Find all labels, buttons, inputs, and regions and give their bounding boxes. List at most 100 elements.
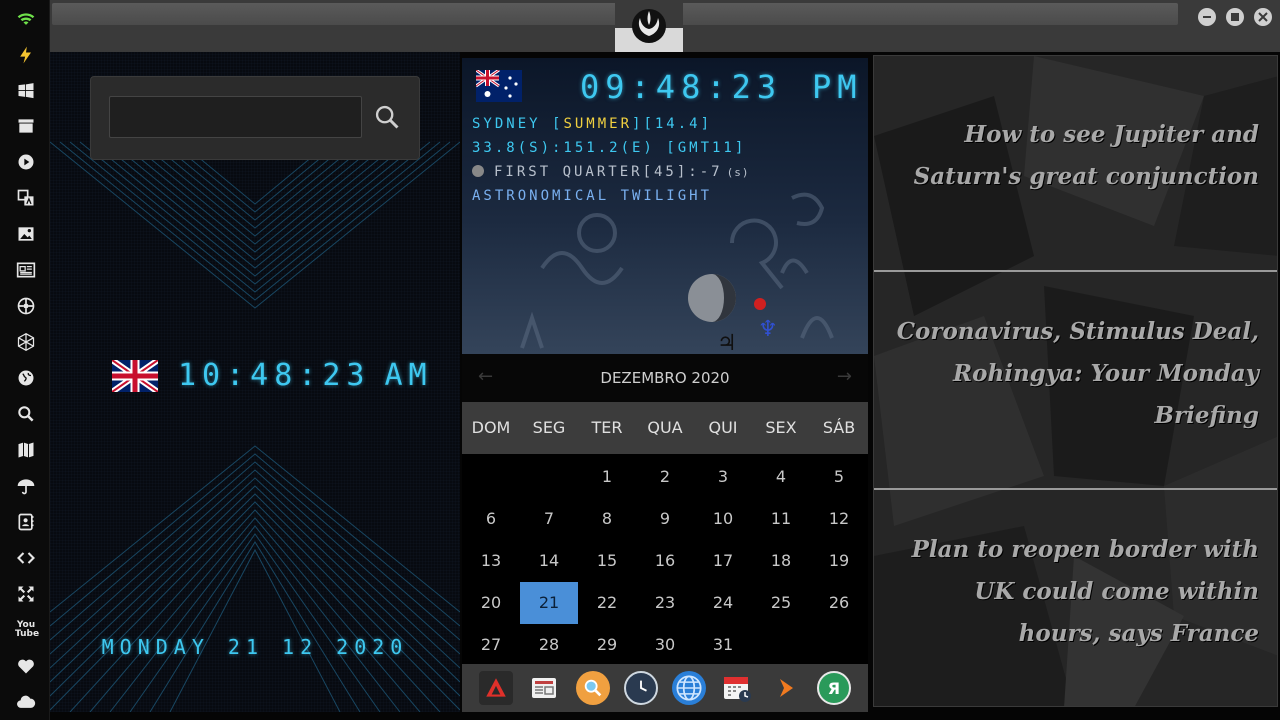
- calendar-day[interactable]: 16: [636, 540, 694, 582]
- calendar-day[interactable]: 8: [578, 498, 636, 540]
- moon-phase-line: FIRST QUARTER[45]:-7 (s): [472, 164, 749, 180]
- calendar-day[interactable]: 2: [636, 456, 694, 498]
- prev-month-button[interactable]: ←: [478, 366, 493, 387]
- svg-text:♃: ♃: [717, 331, 737, 354]
- uk-ampm: AM: [384, 358, 433, 393]
- sydney-ampm: PM: [812, 68, 863, 106]
- moon-phase-unit: (s): [726, 166, 750, 179]
- calendar-day[interactable]: 11: [752, 498, 810, 540]
- rebel-alliance-logo-icon: [632, 9, 666, 43]
- coordinates-line: 33.8(S):151.2(E) [GMT11]: [472, 140, 747, 156]
- news-headline[interactable]: Plan to reopen border with UK could come…: [894, 529, 1259, 655]
- globe-icon[interactable]: [13, 365, 39, 391]
- moon-icon: [472, 165, 484, 177]
- expand-icon[interactable]: [13, 581, 39, 607]
- calendar-month: DEZEMBRO 2020: [600, 369, 730, 387]
- app-red-icon[interactable]: [479, 671, 514, 705]
- search-widget: [90, 76, 420, 160]
- calendar-app-icon[interactable]: [720, 671, 754, 705]
- calendar-day[interactable]: 1: [578, 456, 636, 498]
- date-display: MONDAY 21 12 2020: [101, 635, 409, 659]
- news-headline[interactable]: How to see Jupiter and Saturn's great co…: [894, 114, 1259, 198]
- calendar-empty-cell: [462, 456, 520, 498]
- calendar-day[interactable]: 31: [694, 624, 752, 666]
- maximize-button[interactable]: [1226, 8, 1244, 26]
- calendar-week-row: 27 28 29 30 31: [462, 624, 868, 666]
- power-icon[interactable]: [13, 42, 39, 68]
- calendar-day[interactable]: 7: [520, 498, 578, 540]
- uk-flag-icon: [112, 359, 158, 392]
- map-icon[interactable]: [13, 437, 39, 463]
- calendar-day[interactable]: 23: [636, 582, 694, 624]
- weekday-label: QUA: [647, 418, 683, 437]
- translate-icon[interactable]: [13, 185, 39, 211]
- image-icon[interactable]: [13, 221, 39, 247]
- calendar-day[interactable]: 4: [752, 456, 810, 498]
- umbrella-icon[interactable]: [13, 473, 39, 499]
- code-icon[interactable]: [13, 545, 39, 571]
- moon-phase-text: FIRST QUARTER[45]:-7: [494, 164, 723, 180]
- calendar-day[interactable]: 18: [752, 540, 810, 582]
- weekday-label: DOM: [471, 418, 511, 437]
- rebel-icon[interactable]: [13, 293, 39, 319]
- yandex-app-icon[interactable]: Я: [816, 671, 851, 705]
- calendar-day[interactable]: 5: [810, 456, 868, 498]
- calendar-day[interactable]: 30: [636, 624, 694, 666]
- wifi-icon[interactable]: [13, 6, 39, 32]
- calendar-day[interactable]: 19: [810, 540, 868, 582]
- weekday-label: QUI: [708, 418, 738, 437]
- play-app-icon[interactable]: [769, 671, 803, 705]
- uk-clock: 10:48:23 AM: [112, 358, 433, 393]
- hexagon-icon[interactable]: [13, 329, 39, 355]
- cloud-icon[interactable]: [13, 689, 39, 715]
- search-button[interactable]: [369, 99, 405, 135]
- archive-icon[interactable]: [13, 113, 39, 139]
- calendar-day[interactable]: 17: [694, 540, 752, 582]
- clock-app-icon[interactable]: [623, 671, 658, 705]
- search-icon[interactable]: [13, 401, 39, 427]
- calendar-day[interactable]: 6: [462, 498, 520, 540]
- calendar-day-today[interactable]: 21: [520, 582, 578, 624]
- youtube-label: You Tube: [15, 620, 40, 639]
- calendar-day[interactable]: 26: [810, 582, 868, 624]
- calendar-day[interactable]: 9: [636, 498, 694, 540]
- location-temp: ][14.4]: [632, 116, 713, 132]
- twilight-line: ASTRONOMICAL TWILIGHT: [472, 188, 713, 204]
- calendar-day[interactable]: 14: [520, 540, 578, 582]
- calendar-day[interactable]: 10: [694, 498, 752, 540]
- windows-icon[interactable]: [13, 78, 39, 104]
- search-input[interactable]: [109, 96, 362, 138]
- next-month-button[interactable]: →: [837, 366, 852, 387]
- contacts-icon[interactable]: [13, 509, 39, 535]
- calendar-day[interactable]: 12: [810, 498, 868, 540]
- weekday-label: SÁB: [822, 418, 856, 437]
- calendar-day[interactable]: 13: [462, 540, 520, 582]
- calendar-day[interactable]: 3: [694, 456, 752, 498]
- search-app-icon[interactable]: [575, 671, 610, 705]
- minimize-button[interactable]: [1198, 8, 1216, 26]
- calendar-day[interactable]: 29: [578, 624, 636, 666]
- calendar-header: ← DEZEMBRO 2020 →: [462, 354, 868, 402]
- app-sidebar: You Tube: [0, 0, 50, 720]
- calendar-day[interactable]: 28: [520, 624, 578, 666]
- calendar-day[interactable]: 15: [578, 540, 636, 582]
- close-button[interactable]: [1254, 8, 1272, 26]
- news-headline[interactable]: Coronavirus, Stimulus Deal, Rohingya: Yo…: [894, 311, 1259, 437]
- calendar-day[interactable]: 24: [694, 582, 752, 624]
- sydney-time: 09:48:23: [580, 68, 783, 106]
- youtube-icon[interactable]: You Tube: [13, 617, 39, 643]
- calendar-day[interactable]: 22: [578, 582, 636, 624]
- calendar-day[interactable]: 25: [752, 582, 810, 624]
- season-label: SUMMER: [563, 116, 633, 132]
- uk-time: 10:48:23: [178, 358, 371, 393]
- calendar-week-row: 12345: [462, 456, 868, 498]
- globe-app-icon[interactable]: [672, 671, 707, 705]
- newspaper-icon[interactable]: [13, 257, 39, 283]
- calendar-day[interactable]: 20: [462, 582, 520, 624]
- news-app-icon[interactable]: [527, 671, 561, 705]
- play-icon[interactable]: [13, 149, 39, 175]
- calendar-day[interactable]: 27: [462, 624, 520, 666]
- weekday-label: SEX: [765, 418, 797, 437]
- location-city: SYDNEY [: [472, 116, 564, 132]
- heart-icon[interactable]: [13, 653, 39, 679]
